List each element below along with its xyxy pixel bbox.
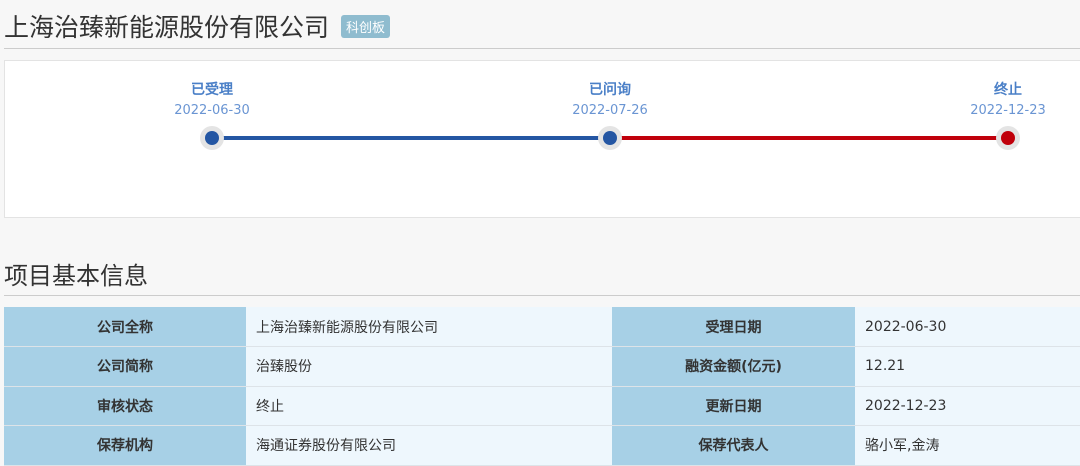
timeline-dot — [200, 126, 224, 150]
field-value: 2022-12-23 — [855, 386, 1080, 426]
field-value: 2022-06-30 — [855, 307, 1080, 347]
field-value: 上海治臻新能源股份有限公司 — [246, 307, 612, 347]
timeline-segment-completed — [212, 136, 610, 140]
table-row: 保荐机构 海通证券股份有限公司 保荐代表人 骆小军,金涛 — [4, 425, 1080, 466]
progress-timeline: 已受理 2022-06-30 已问询 2022-07-26 终止 2022-12-23 — [4, 60, 1080, 218]
timeline-dot — [996, 126, 1020, 150]
field-value: 海通证券股份有限公司 — [246, 425, 612, 466]
step-date: 2022-06-30 — [174, 103, 250, 118]
field-label: 融资金额(亿元) — [612, 346, 855, 387]
field-value: 12.21 — [855, 346, 1080, 387]
divider — [4, 295, 1080, 296]
step-date: 2022-07-26 — [572, 103, 648, 118]
field-label: 更新日期 — [612, 386, 855, 426]
step-date: 2022-12-23 — [970, 103, 1046, 118]
step-label: 终止 — [994, 82, 1022, 98]
field-value: 骆小军,金涛 — [855, 425, 1080, 466]
section-title: 项目基本信息 — [4, 262, 148, 290]
field-label: 公司简称 — [4, 346, 246, 387]
field-label: 公司全称 — [4, 307, 246, 347]
board-badge: 科创板 — [341, 14, 391, 38]
field-value: 终止 — [246, 386, 612, 426]
divider — [4, 48, 1080, 49]
field-label: 受理日期 — [612, 307, 855, 347]
field-value: 治臻股份 — [246, 346, 612, 387]
timeline-segment-terminated — [610, 136, 1008, 140]
page-title: 上海治臻新能源股份有限公司 科创板 — [4, 8, 391, 44]
timeline-step-inquired: 已问询 2022-07-26 — [572, 61, 648, 118]
step-label: 已受理 — [191, 82, 233, 98]
timeline-step-terminated: 终止 2022-12-23 — [970, 61, 1046, 118]
company-name: 上海治臻新能源股份有限公司 — [4, 13, 330, 42]
field-label: 审核状态 — [4, 386, 246, 426]
timeline-dot — [598, 126, 622, 150]
table-row: 公司全称 上海治臻新能源股份有限公司 受理日期 2022-06-30 — [4, 307, 1080, 347]
field-label: 保荐代表人 — [612, 425, 855, 466]
table-row: 审核状态 终止 更新日期 2022-12-23 — [4, 386, 1080, 426]
table-row: 公司简称 治臻股份 融资金额(亿元) 12.21 — [4, 346, 1080, 387]
field-label: 保荐机构 — [4, 425, 246, 466]
step-label: 已问询 — [589, 82, 631, 98]
info-table: 公司全称 上海治臻新能源股份有限公司 受理日期 2022-06-30 公司简称 治臻股份… — [4, 307, 1080, 466]
timeline-step-accepted: 已受理 2022-06-30 — [174, 61, 250, 118]
